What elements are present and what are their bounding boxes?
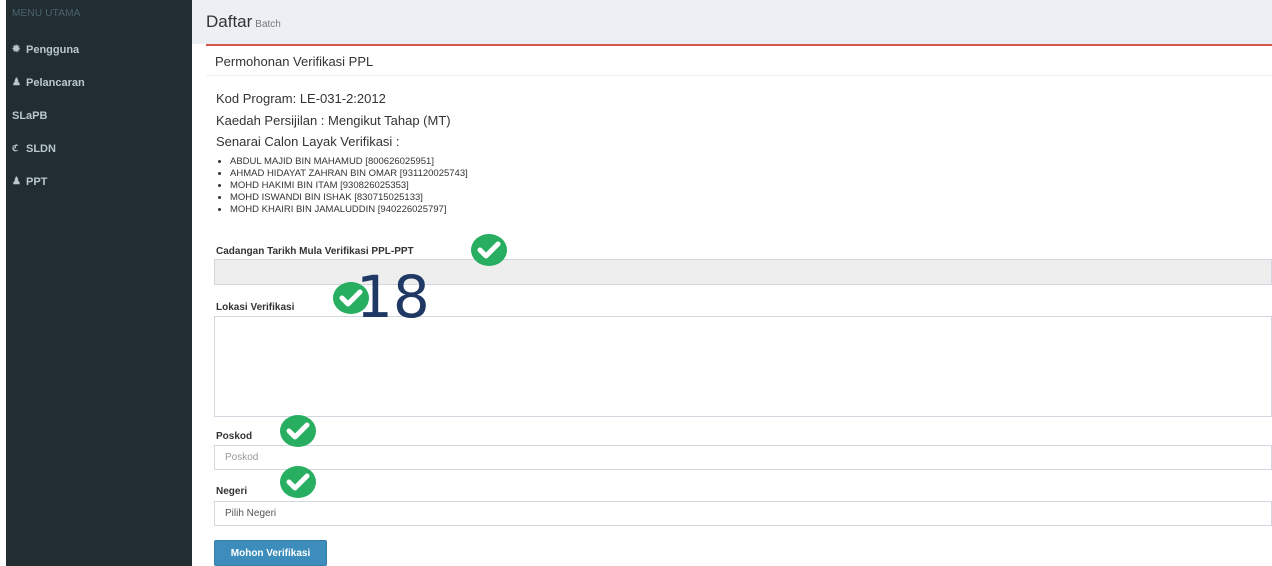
sidebar-item-label: PPT	[26, 175, 48, 188]
poskod-placeholder: Poskod	[225, 452, 259, 463]
check-icon	[471, 234, 507, 266]
sidebar-item-label: SLaPB	[12, 109, 48, 122]
negeri-label: Negeri	[216, 486, 248, 497]
mohon-verifikasi-button[interactable]: Mohon Verifikasi	[214, 540, 327, 566]
sldn-logo-icon: ℭ	[12, 143, 19, 153]
sidebar-item-label: Pengguna	[26, 43, 80, 56]
lokasi-textarea[interactable]	[214, 316, 1272, 417]
content-header: Daftar Batch	[192, 0, 1272, 44]
page-title: Daftar Batch	[206, 12, 281, 32]
users-icon: ✹	[12, 44, 21, 55]
user-icon: ♟	[12, 77, 21, 88]
poskod-label: Poskod	[216, 431, 253, 442]
sidebar-item-label: Pelancaran	[26, 76, 85, 89]
sidebar-item-pengguna[interactable]: ✹ Pengguna	[6, 33, 192, 66]
kaedah-persijilan-text: Kaedah Persijilan : Mengikut Tahap (MT)	[216, 113, 451, 128]
user-icon: ♟	[12, 176, 21, 187]
senarai-heading: Senarai Calon Layak Verifikasi :	[216, 134, 400, 149]
poskod-input[interactable]: Poskod	[214, 445, 1272, 470]
list-item: MOHD HAKIMI BIN ITAM [930826025353]	[230, 180, 468, 192]
sidebar-item-slapb[interactable]: SLaPB	[6, 99, 192, 132]
sidebar-item-ppt[interactable]: ♟ PPT	[6, 165, 192, 198]
list-item: MOHD ISWANDI BIN ISHAK [830715025133]	[230, 192, 468, 204]
negeri-select[interactable]: Pilih Negeri	[214, 501, 1272, 526]
kod-program-text: Kod Program: LE-031-2:2012	[216, 91, 386, 106]
sidebar-item-sldn[interactable]: ℭ SLDN	[6, 132, 192, 165]
list-item: AHMAD HIDAYAT ZAHRAN BIN OMAR [931120025…	[230, 168, 468, 180]
candidate-list: ABDUL MAJID BIN MAHAMUD [800626025951] A…	[230, 156, 468, 216]
page-subtitle: Batch	[255, 19, 281, 30]
lokasi-label: Lokasi Verifikasi	[216, 302, 295, 313]
annotation-number: 18	[356, 263, 430, 331]
list-item: MOHD KHAIRI BIN JAMALUDDIN [940226025797…	[230, 204, 468, 216]
list-item: ABDUL MAJID BIN MAHAMUD [800626025951]	[230, 156, 468, 168]
page-title-text: Daftar	[206, 12, 253, 31]
check-icon	[280, 466, 316, 498]
negeri-selected: Pilih Negeri	[225, 508, 277, 519]
tarikh-label: Cadangan Tarikh Mula Verifikasi PPL-PPT	[216, 246, 414, 257]
sidebar-item-pelancaran[interactable]: ♟ Pelancaran	[6, 66, 192, 99]
sidebar-item-label: SLDN	[26, 142, 56, 155]
sidebar-header: MENU UTAMA	[12, 8, 81, 19]
check-icon	[280, 415, 316, 447]
sidebar: MENU UTAMA ✹ Pengguna ♟ Pelancaran SLaPB…	[6, 0, 192, 566]
box-title: Permohonan Verifikasi PPL	[206, 46, 1272, 76]
